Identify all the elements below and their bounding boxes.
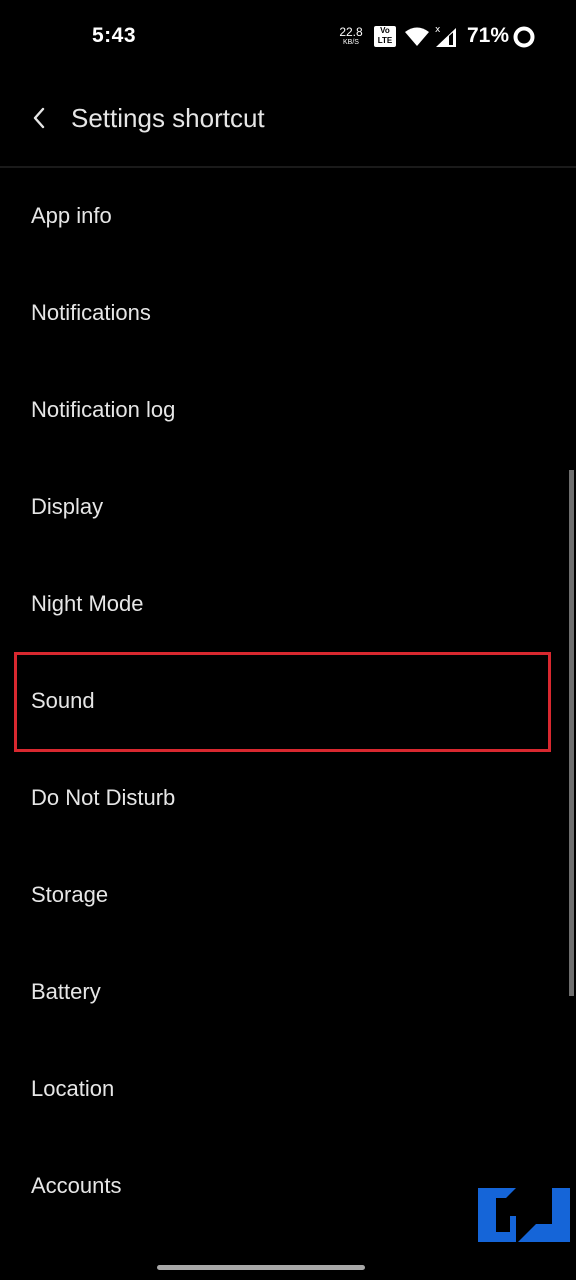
volte-icon: Vo LTE — [374, 26, 396, 47]
volte-top-text: Vo — [380, 26, 390, 35]
list-item-location[interactable]: Location — [0, 1040, 576, 1137]
gadgets-to-use-logo-icon — [478, 1188, 570, 1242]
cell-signal-icon: x — [435, 25, 456, 47]
list-item-app-info[interactable]: App info — [0, 167, 576, 264]
list-item-notifications[interactable]: Notifications — [0, 264, 576, 361]
wifi-icon — [405, 27, 429, 46]
status-bar: 5:43 22.8 KB/S Vo LTE x 71% — [0, 0, 576, 72]
network-speed: 22.8 KB/S — [337, 26, 365, 46]
sound-highlight-box — [14, 652, 551, 752]
list-item-display[interactable]: Display — [0, 458, 576, 555]
battery-ring-icon — [513, 26, 535, 48]
scrollbar[interactable] — [569, 470, 574, 996]
back-button[interactable] — [24, 102, 56, 134]
volte-bottom-text: LTE — [377, 36, 393, 45]
battery-percent: 71% — [467, 24, 510, 47]
app-bar: Settings shortcut — [0, 72, 576, 168]
gesture-nav-handle[interactable] — [157, 1265, 365, 1270]
network-speed-unit: KB/S — [343, 39, 359, 46]
list-item-battery[interactable]: Battery — [0, 943, 576, 1040]
list-item-do-not-disturb[interactable]: Do Not Disturb — [0, 749, 576, 846]
svg-text:x: x — [435, 25, 441, 35]
list-item-storage[interactable]: Storage — [0, 846, 576, 943]
chevron-left-icon — [33, 107, 45, 129]
network-speed-value: 22.8 — [339, 25, 363, 39]
status-time: 5:43 — [92, 24, 137, 47]
list-item-night-mode[interactable]: Night Mode — [0, 555, 576, 652]
page-title: Settings shortcut — [71, 103, 265, 133]
list-item-notification-log[interactable]: Notification log — [0, 361, 576, 458]
